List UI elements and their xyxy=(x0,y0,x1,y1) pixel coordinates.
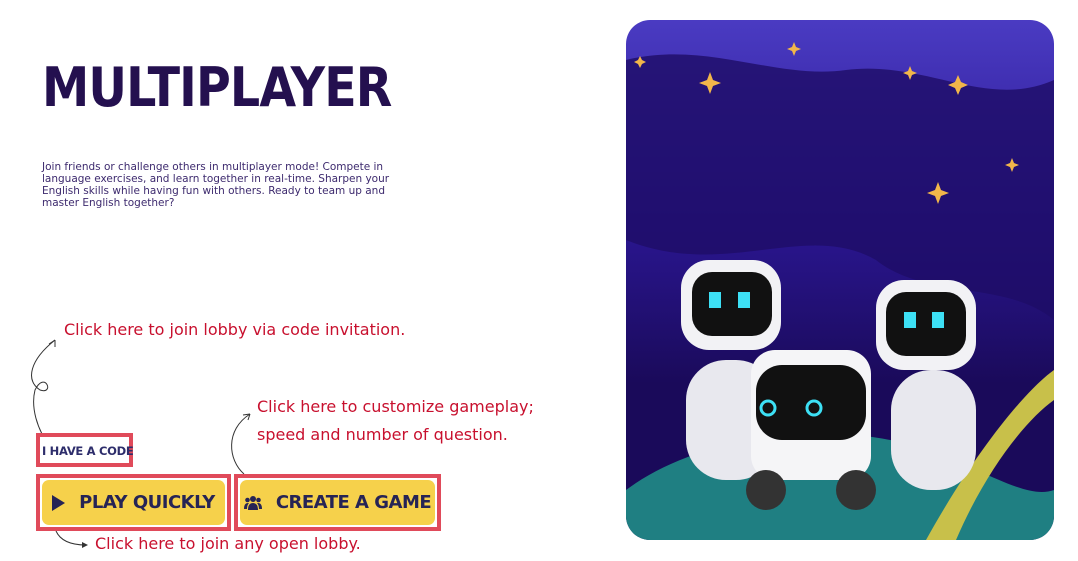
create-annotation-line2: speed and number of question. xyxy=(257,425,508,444)
robots-illustration xyxy=(626,20,1054,540)
users-icon xyxy=(243,495,262,510)
play-icon xyxy=(52,494,66,511)
play-quickly-button[interactable]: PLAY QUICKLY xyxy=(42,480,225,525)
create-annotation-line1: Click here to customize gameplay; xyxy=(257,397,534,416)
code-annotation: Click here to join lobby via code invita… xyxy=(64,320,406,339)
create-a-game-label: CREATE A GAME xyxy=(275,492,432,513)
create-a-game-button[interactable]: CREATE A GAME xyxy=(240,480,435,525)
i-have-a-code-button[interactable]: I HAVE A CODE xyxy=(42,444,134,458)
play-quickly-label: PLAY QUICKLY xyxy=(79,492,215,513)
play-annotation: Click here to join any open lobby. xyxy=(95,534,361,553)
